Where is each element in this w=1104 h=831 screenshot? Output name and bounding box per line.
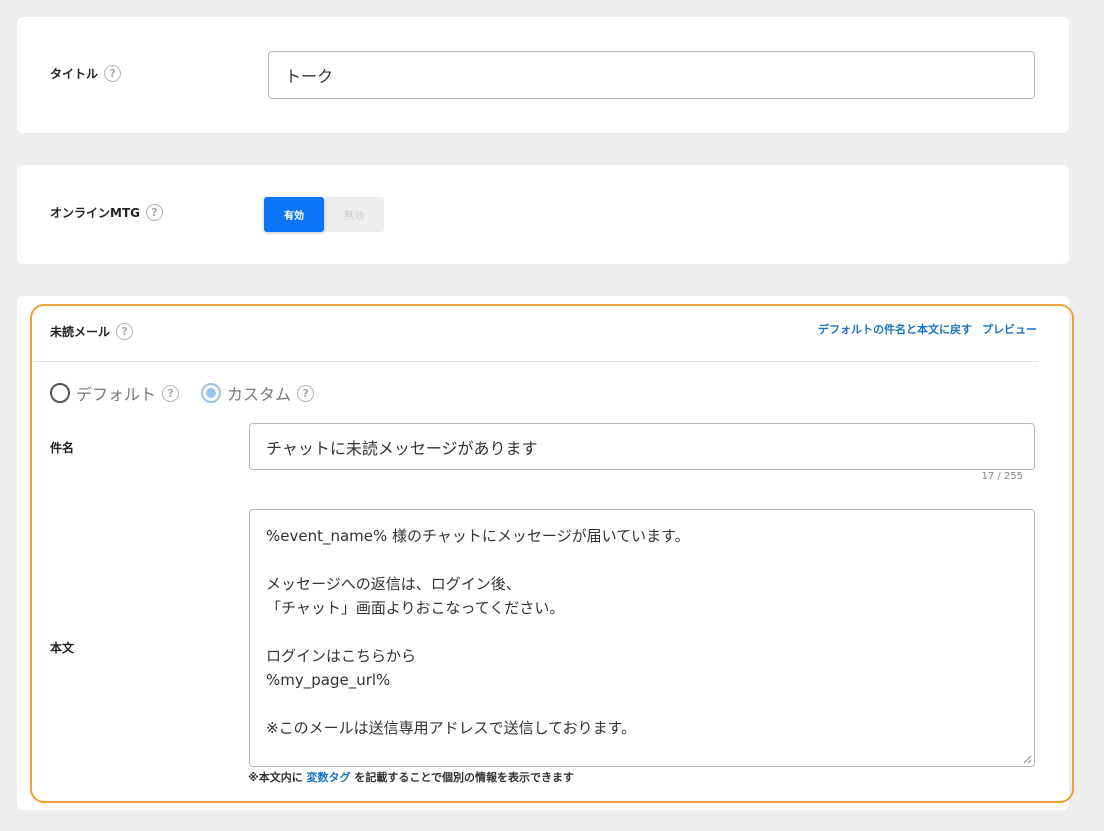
mail-label-row: 未読メール ? [50, 323, 134, 340]
help-icon[interactable]: ? [116, 323, 134, 340]
help-icon[interactable]: ? [104, 65, 122, 82]
body-line: 「チャット」画面よりおこなってください。 [266, 599, 565, 617]
variable-tag-link[interactable]: 変数タグ [307, 771, 351, 784]
title-label-row: タイトル ? [50, 65, 122, 82]
mtg-label-row: オンラインMTG ? [50, 204, 163, 221]
unread-mail-card: 未読メール ? デフォルトの件名と本文に戻す プレビュー デフォルト ? カスタ… [17, 296, 1069, 810]
body-line: メッセージへの返信は、ログイン後、 [266, 575, 521, 593]
note-prefix: ※本文内に [248, 771, 307, 784]
body-line [266, 620, 1018, 644]
mtg-toggle: 有効 無効 [264, 197, 384, 232]
help-icon[interactable]: ? [145, 204, 163, 221]
title-label: タイトル [50, 67, 99, 81]
online-mtg-card: オンラインMTG ? 有効 無効 [17, 165, 1069, 264]
radio-custom[interactable]: カスタム ? [201, 381, 315, 405]
body-line [266, 692, 1018, 716]
radio-custom-label: カスタム [227, 385, 292, 404]
radio-custom-circle[interactable] [201, 383, 222, 403]
reset-default-link[interactable]: デフォルトの件名と本文に戻す [818, 321, 972, 337]
subject-counter: 17 / 255 [981, 471, 1023, 482]
mail-label: 未読メール [50, 325, 111, 339]
body-textarea[interactable]: %event_name% 様のチャットにメッセージが届いています。 メッセージへ… [249, 509, 1035, 767]
help-icon[interactable]: ? [297, 384, 315, 402]
help-icon[interactable]: ? [162, 384, 180, 402]
radio-default-circle[interactable] [50, 383, 70, 403]
note-suffix: を記載することで個別の情報を表示できます [350, 771, 575, 784]
subject-input-value: チャットに未読メッセージがあります [266, 438, 538, 458]
mail-mode-radio-group: デフォルト ? カスタム ? [50, 381, 336, 405]
body-label: 本文 [50, 641, 75, 655]
title-input-value: トーク [285, 67, 334, 86]
radio-default-label: デフォルト [76, 385, 157, 404]
body-line: %event_name% 様のチャットにメッセージが届いています。 [266, 527, 690, 545]
variable-tag-note: ※本文内に 変数タグ を記載することで個別の情報を表示できます [248, 769, 574, 785]
body-line: %my_page_url% [266, 671, 391, 689]
mtg-disabled-button[interactable]: 無効 [324, 197, 384, 232]
mtg-enabled-button[interactable]: 有効 [264, 197, 324, 232]
body-line [266, 548, 1018, 572]
preview-link[interactable]: プレビュー [982, 321, 1037, 337]
subject-label: 件名 [50, 441, 75, 455]
body-line: ログインはこちらから [266, 647, 417, 665]
title-input[interactable]: トーク [268, 51, 1035, 99]
radio-default[interactable]: デフォルト ? [50, 381, 180, 405]
mail-links: デフォルトの件名と本文に戻す プレビュー [818, 321, 1037, 337]
divider [34, 361, 1038, 362]
mtg-label: オンラインMTG [50, 206, 140, 220]
resize-handle-icon[interactable] [1022, 754, 1032, 764]
title-card: タイトル ? トーク [17, 17, 1069, 133]
body-line: ※このメールは送信専用アドレスで送信しております。 [266, 719, 637, 737]
subject-input[interactable]: チャットに未読メッセージがあります [249, 423, 1035, 470]
